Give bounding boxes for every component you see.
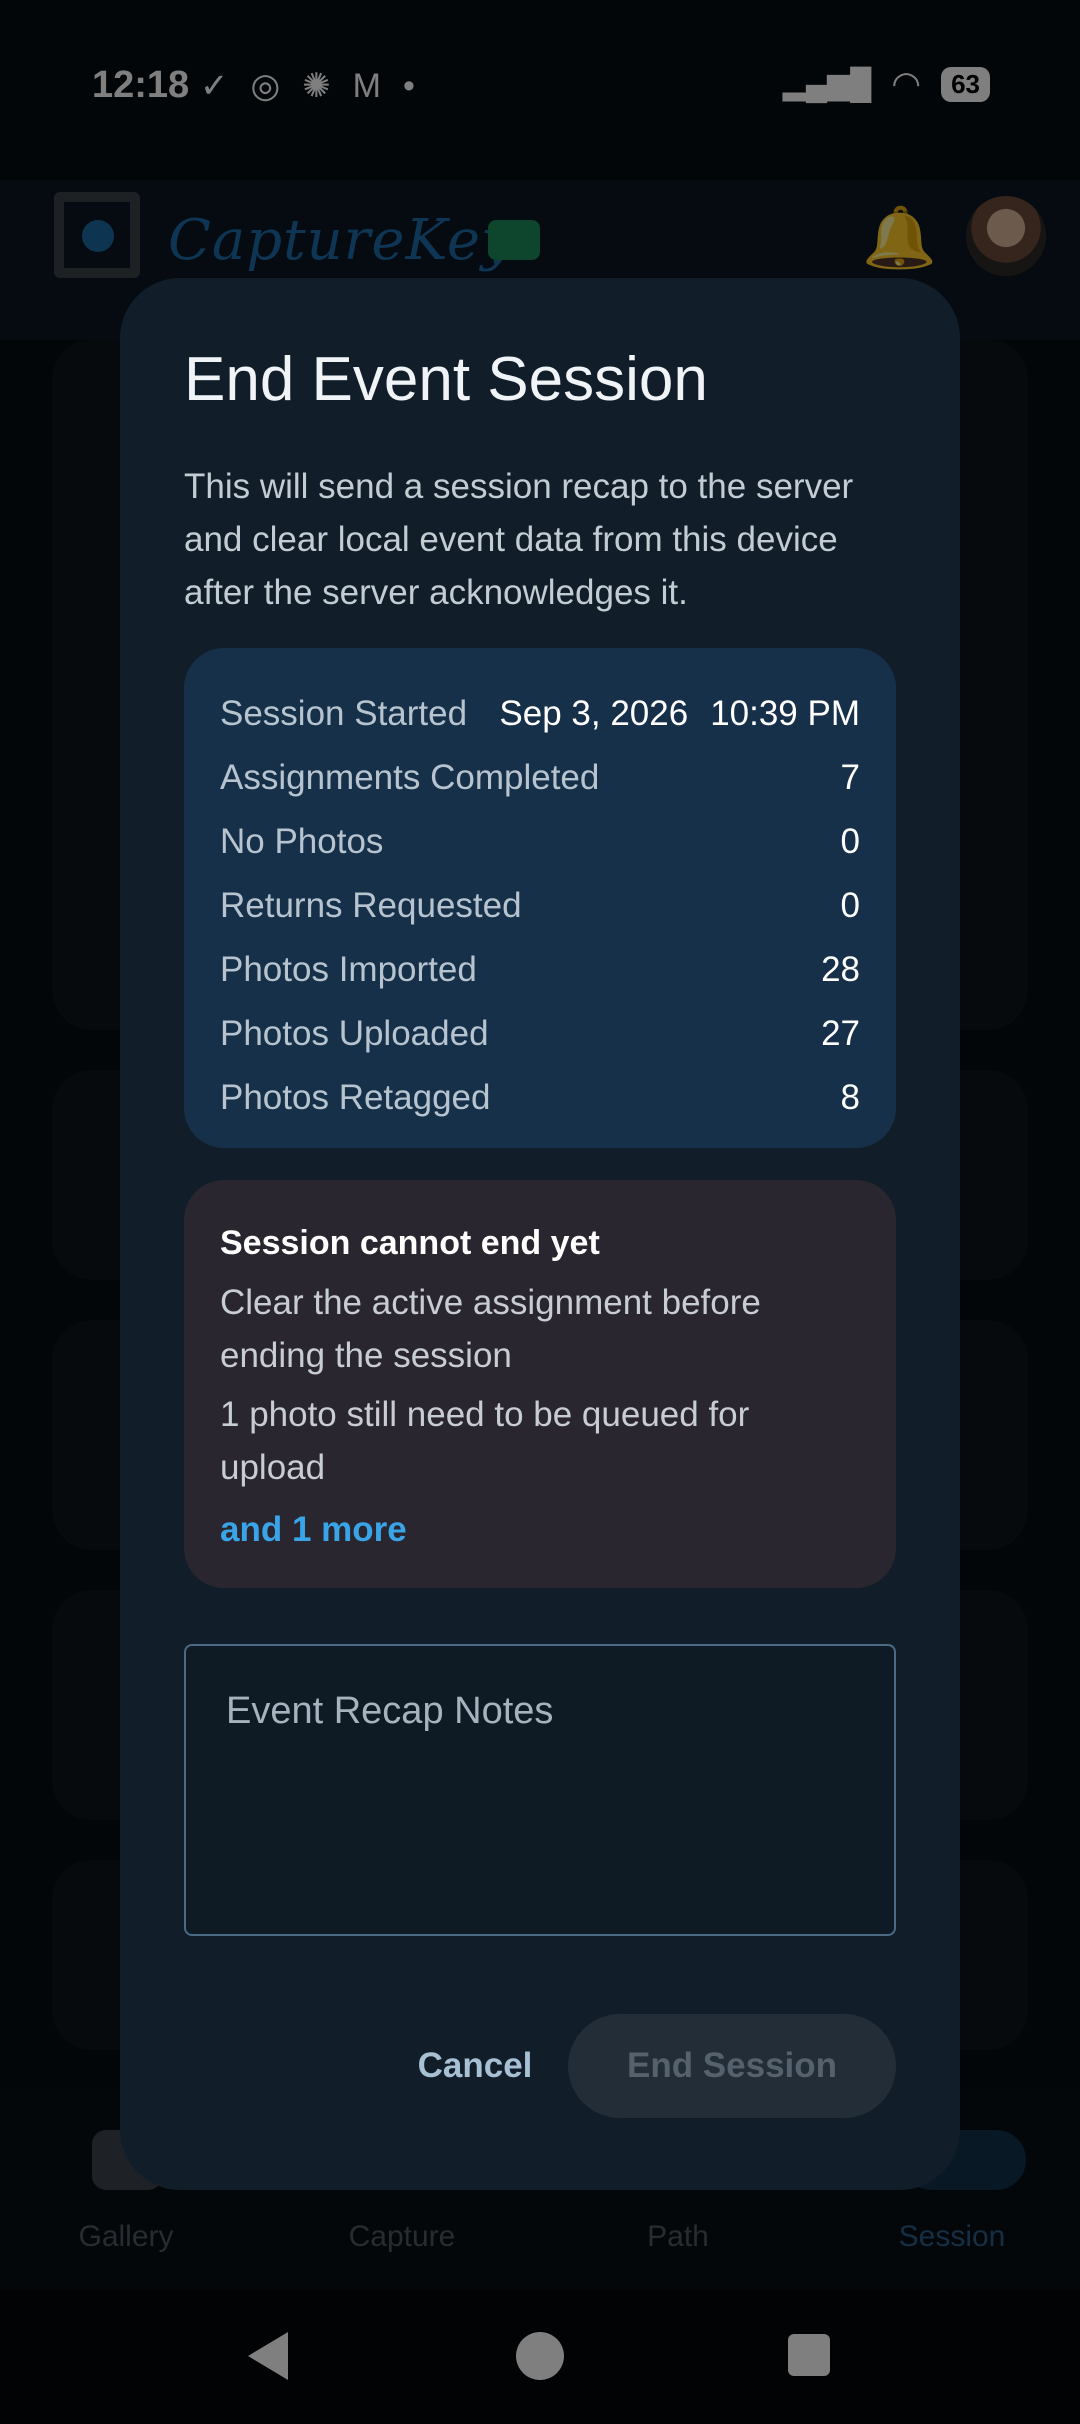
- warning-item: 1 photo still need to be queued for uplo…: [220, 1395, 750, 1487]
- summary-value: 0: [840, 822, 860, 861]
- summary-value: 28: [821, 950, 860, 989]
- summary-row-session-started: Session Started Sep 3, 2026 10:39 PM: [220, 684, 860, 744]
- summary-row: Photos Uploaded 27: [220, 1004, 860, 1064]
- summary-value: 0: [840, 886, 860, 925]
- warning-box: Session cannot end yet Clear the active …: [184, 1180, 896, 1588]
- summary-label: Returns Requested: [220, 886, 522, 925]
- notes-placeholder: Event Recap Notes: [226, 1690, 554, 1732]
- end-session-button[interactable]: End Session: [568, 2014, 896, 2118]
- session-start-date: Sep 3, 2026: [499, 694, 689, 733]
- summary-row: Photos Imported 28: [220, 940, 860, 1000]
- session-start-time: 10:39 PM: [710, 694, 860, 733]
- summary-label: Assignments Completed: [220, 758, 600, 797]
- end-session-dialog: End Event Session This will send a sessi…: [120, 278, 960, 2190]
- summary-label: Photos Uploaded: [220, 1014, 489, 1053]
- dialog-title: End Event Session: [184, 345, 708, 414]
- warning-title: Session cannot end yet: [220, 1224, 600, 1262]
- event-recap-notes-field[interactable]: Event Recap Notes: [184, 1644, 896, 1936]
- summary-value: 8: [840, 1078, 860, 1117]
- summary-row: No Photos 0: [220, 812, 860, 872]
- session-summary: Session Started Sep 3, 2026 10:39 PM Assi…: [184, 648, 896, 1148]
- summary-row: Returns Requested 0: [220, 876, 860, 936]
- summary-value: 7: [840, 758, 860, 797]
- summary-row: Assignments Completed 7: [220, 748, 860, 808]
- cancel-button[interactable]: Cancel: [375, 2014, 575, 2118]
- summary-value: Sep 3, 2026 10:39 PM: [499, 694, 860, 734]
- dialog-description: This will send a session recap to the se…: [184, 467, 854, 612]
- warning-item: Clear the active assignment before endin…: [220, 1283, 761, 1375]
- summary-value: 27: [821, 1014, 860, 1053]
- summary-label: Photos Imported: [220, 950, 477, 989]
- summary-label: No Photos: [220, 822, 384, 861]
- more-issues-link[interactable]: and 1 more: [220, 1510, 407, 1550]
- summary-row: Photos Retagged 8: [220, 1068, 860, 1128]
- summary-label: Session Started: [220, 694, 468, 733]
- summary-label: Photos Retagged: [220, 1078, 491, 1117]
